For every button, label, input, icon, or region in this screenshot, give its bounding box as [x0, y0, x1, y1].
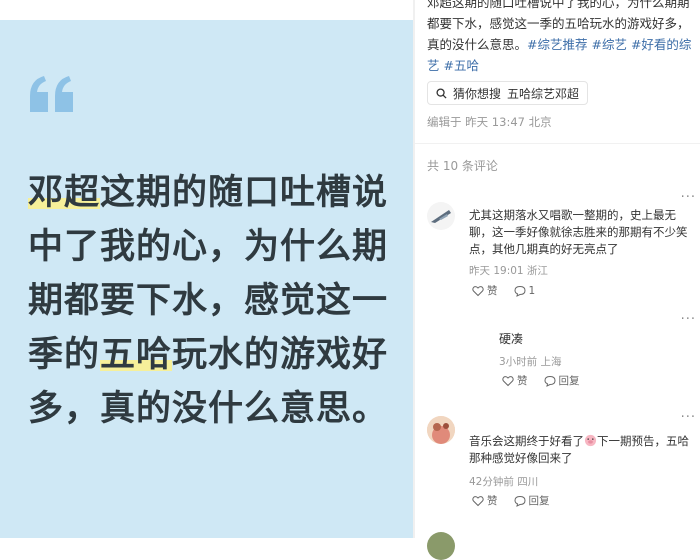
quote-mark-icon: [30, 76, 73, 112]
comment-meta: 3小时前 上海: [499, 356, 562, 368]
search-icon: [436, 87, 447, 99]
post-detail-panel: 邓超这期的随口吐槽说中了我的心，为什么期期都要下水，感觉这一季的五哈玩水的游戏好…: [415, 0, 700, 560]
comment-icon: [513, 285, 526, 297]
like-button[interactable]: 赞: [502, 373, 528, 388]
heart-icon: [472, 285, 484, 296]
highlight-show: 五哈: [100, 335, 173, 375]
comment-text-part: 音乐会这期终于好看了: [469, 434, 584, 448]
quote-text: 邓超这期的随口吐槽说中了我的心，为什么期期都要下水，感觉这一季的五哈玩水的游戏好…: [28, 166, 398, 436]
avatar-image: [427, 416, 455, 444]
search-chip-label: 猜你想搜: [453, 86, 502, 101]
post-body: 邓超这期的随口吐槽说中了我的心，为什么期期都要下水，感觉这一季的五哈玩水的游戏好…: [427, 0, 699, 76]
comment-item: ··· 音乐会这期终于好看了 下一期预告，五哈那种感觉好像回来了 42分钟前 四川…: [415, 410, 700, 520]
pig-emoji-icon: [584, 434, 597, 447]
avatar[interactable]: [427, 416, 455, 444]
search-chip-query: 五哈综艺邓超: [507, 86, 580, 101]
quote-card-image[interactable]: 邓超这期的随口吐槽说中了我的心，为什么期期都要下水，感觉这一季的五哈玩水的游戏好…: [0, 20, 413, 538]
like-label: 赞: [517, 375, 528, 387]
comment-text: 尤其这期落水又唱歌一整期的，史上最无聊，这一季好像就徐志胜来的那期有不少笑点，其…: [469, 208, 688, 256]
avatar-image: [431, 210, 451, 223]
search-suggestion-chip[interactable]: 猜你想搜 五哈综艺邓超: [427, 81, 589, 105]
comment-meta: 42分钟前 四川: [469, 476, 539, 488]
comment-meta: 昨天 19:01 浙江: [469, 265, 548, 277]
comment-actions: 赞 回复: [472, 493, 550, 508]
reply-count: 1: [528, 284, 536, 297]
reply-label: 回复: [528, 495, 550, 507]
comment-icon: [543, 375, 556, 387]
more-options-icon[interactable]: ···: [681, 190, 696, 205]
more-options-icon[interactable]: ···: [681, 410, 696, 425]
avatar[interactable]: [427, 202, 455, 230]
divider: [415, 143, 700, 144]
post-image-panel: 邓超这期的随口吐槽说中了我的心，为什么期期都要下水，感觉这一季的五哈玩水的游戏好…: [0, 0, 413, 538]
comment-reply-item: ··· 硬凑 3小时前 上海 赞 回复: [415, 312, 700, 402]
comment-item: ··· 尤其这期落水又唱歌一整期的，史上最无聊，这一季好像就徐志胜来的那期有不少…: [415, 190, 700, 305]
avatar[interactable]: [427, 532, 455, 560]
edit-timestamp: 编辑于 昨天 13:47 北京: [427, 115, 552, 129]
heart-icon: [502, 375, 514, 386]
comment-actions: 赞 回复: [502, 373, 580, 388]
comment-actions: 赞 1: [472, 283, 535, 298]
comment-count: 共 10 条评论: [427, 159, 498, 173]
comment-text: 音乐会这期终于好看了 下一期预告，五哈那种感觉好像回来了: [469, 433, 694, 467]
like-button[interactable]: 赞: [472, 283, 498, 298]
reply-button[interactable]: 1: [513, 284, 536, 297]
comment-text: 硬凑: [499, 332, 524, 346]
reply-button[interactable]: 回复: [513, 493, 550, 508]
heart-icon: [472, 495, 484, 506]
like-label: 赞: [487, 285, 498, 297]
more-options-icon[interactable]: ···: [681, 312, 696, 327]
tag-link[interactable]: #五哈: [444, 58, 479, 73]
comment-icon: [513, 495, 526, 507]
highlight-name: 邓超: [28, 173, 101, 213]
reply-label: 回复: [558, 375, 580, 387]
like-button[interactable]: 赞: [472, 493, 498, 508]
tag-link[interactable]: #综艺: [591, 37, 626, 52]
tag-link[interactable]: #综艺推荐: [527, 37, 587, 52]
reply-button[interactable]: 回复: [543, 373, 580, 388]
like-label: 赞: [487, 495, 498, 507]
